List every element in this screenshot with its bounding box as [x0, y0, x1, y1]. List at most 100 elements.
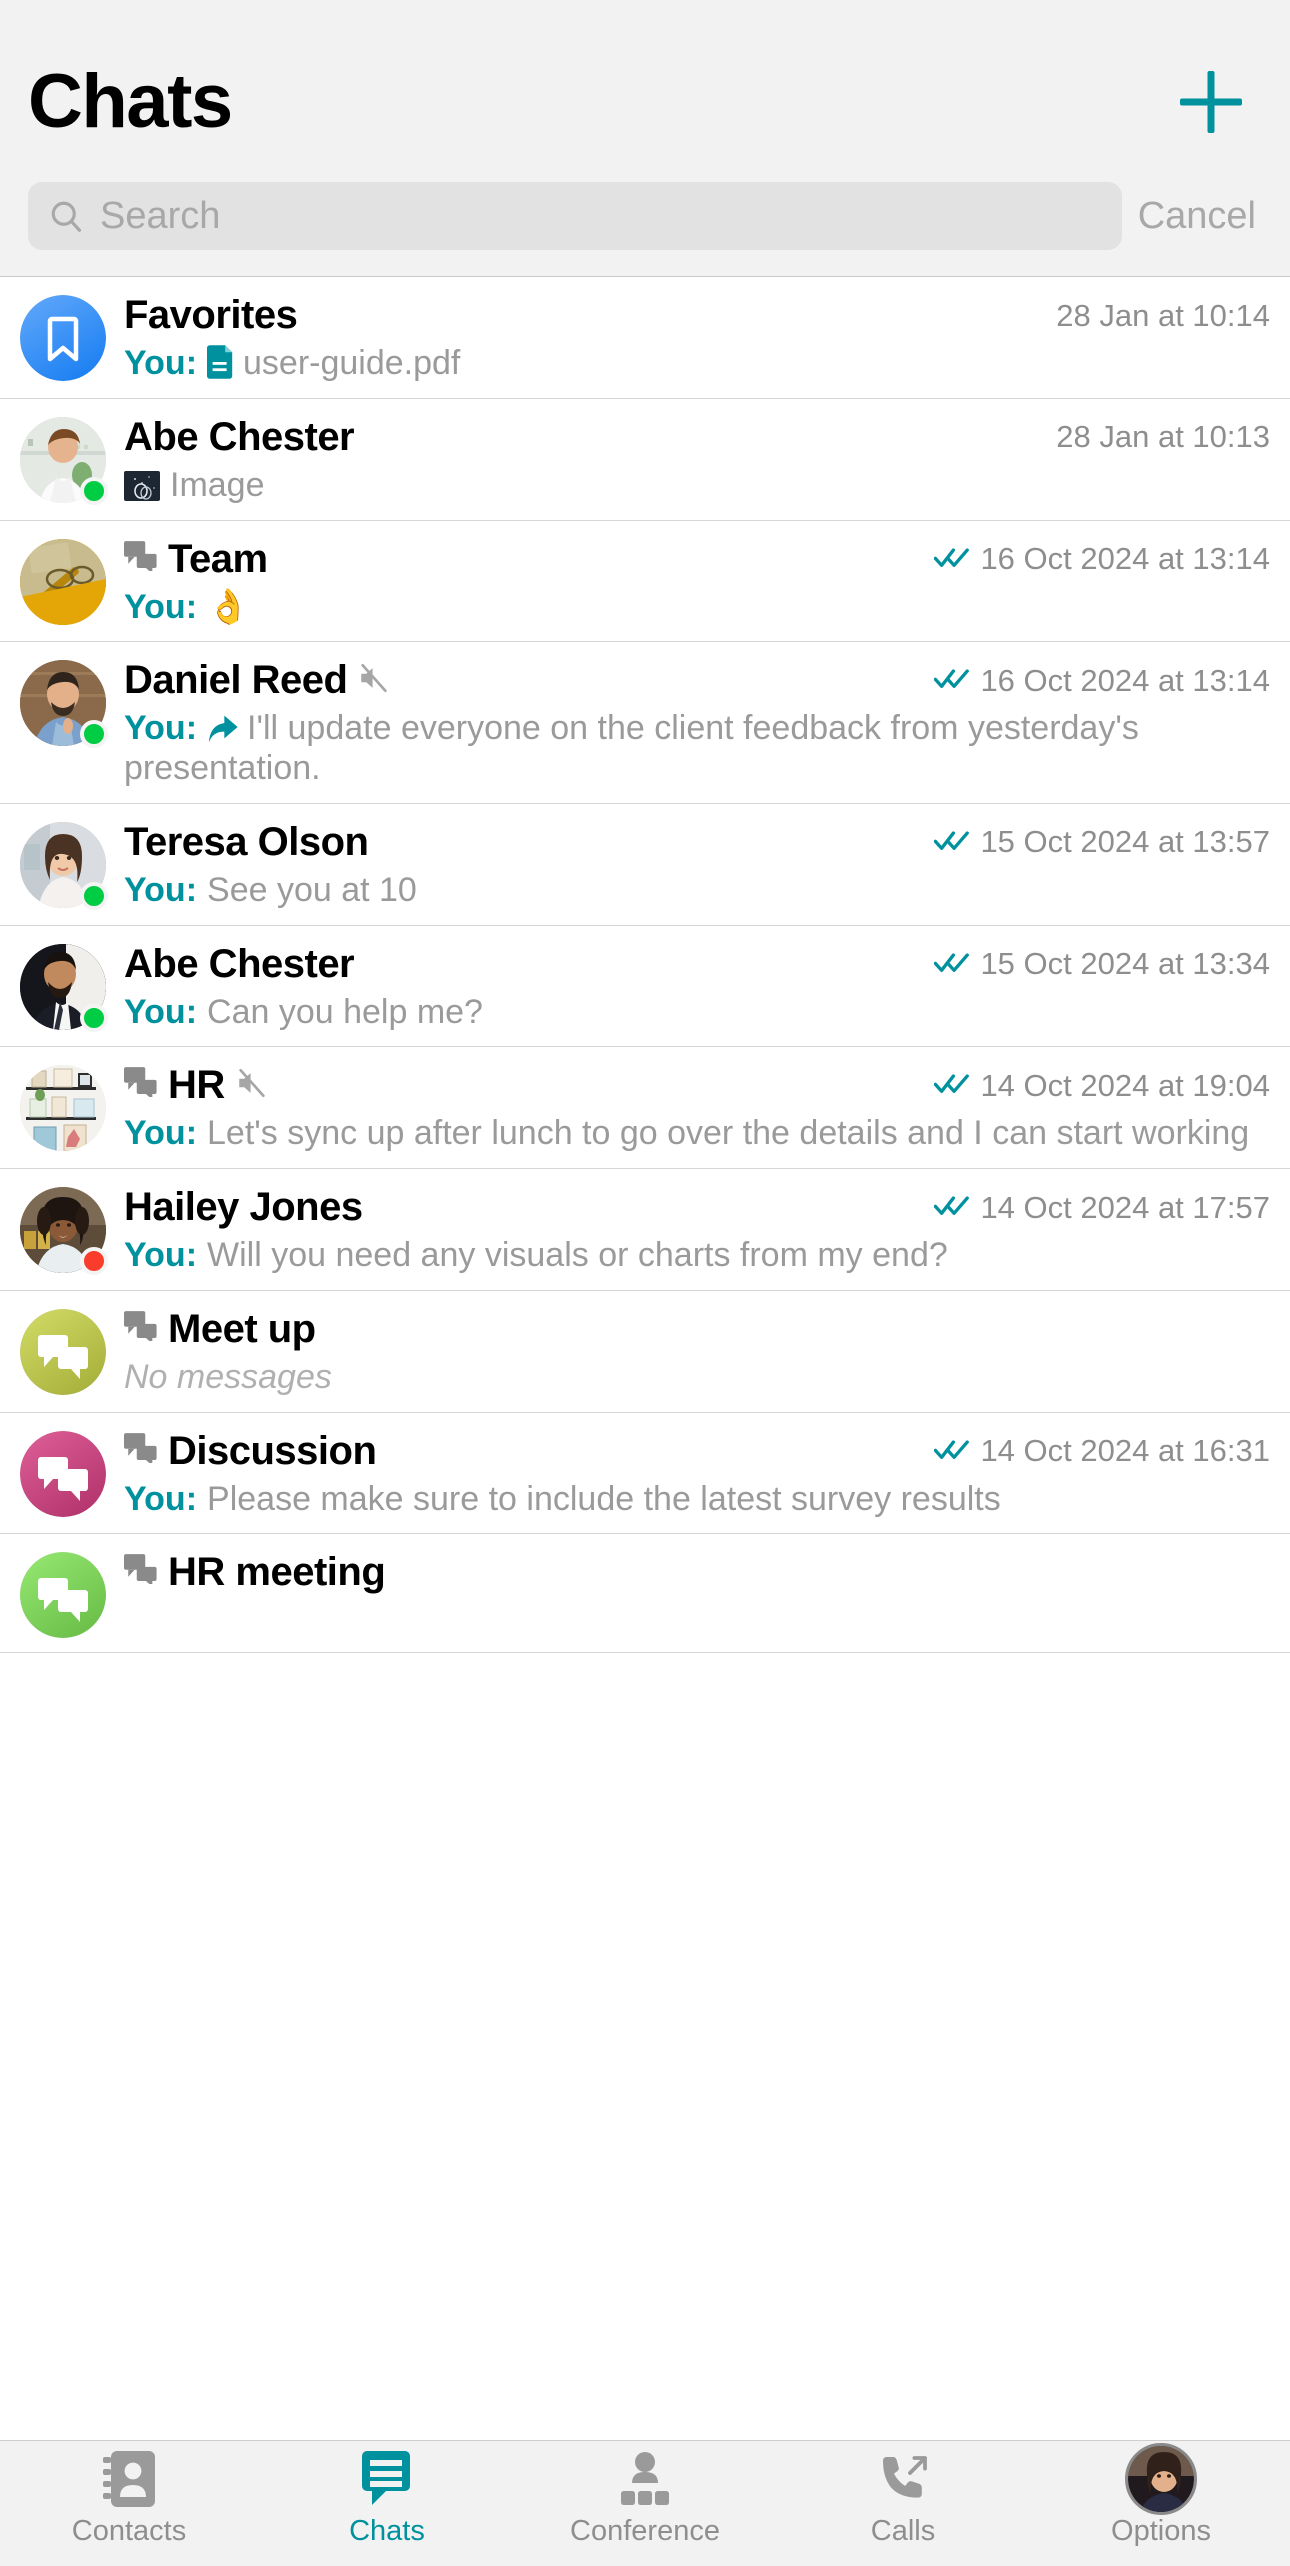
chat-name: HR [168, 1063, 225, 1108]
search-placeholder: Search [100, 195, 221, 237]
chats-screen: Chats Search Cancel Favorites 28 Jan at … [0, 0, 1290, 2566]
chat-row-body: Abe Chester 15 Oct 2024 at 13:34 You: Can … [124, 940, 1270, 1033]
chat-preview-text: user-guide.pdf [243, 344, 461, 382]
you-prefix-label: You: [124, 870, 198, 909]
chat-list-item[interactable]: Daniel Reed 16 Oct 2024 at 13:14 You: I'l… [0, 642, 1290, 804]
chat-name: Abe Chester [124, 941, 355, 986]
chat-row-meta: 28 Jan at 10:14 [1056, 298, 1270, 334]
chat-row-header: Daniel Reed 16 Oct 2024 at 13:14 [124, 658, 1270, 703]
chat-preview-line: You: Please make sure to include the late… [124, 1480, 1270, 1520]
chat-row-body: Favorites 28 Jan at 10:14 You: user-guide.… [124, 291, 1270, 384]
chat-name-group: Favorites [124, 293, 298, 338]
chat-list-item[interactable]: Abe Chester 28 Jan at 10:13 Image [0, 398, 1290, 521]
you-prefix-label: You: [124, 344, 198, 382]
chat-name-group: Abe Chester [124, 941, 355, 987]
tab-contacts[interactable]: Contacts [0, 2451, 258, 2548]
chat-name-group: Daniel Reed [124, 658, 391, 703]
bottom-tab-bar[interactable]: Contacts Chats Conference Calls Options [0, 2440, 1290, 2566]
chat-row-meta: 28 Jan at 10:13 [1056, 419, 1270, 455]
tab-label: Conference [570, 2515, 720, 2547]
avatar[interactable] [20, 1430, 106, 1517]
chat-preview-text: See you at 10 [207, 870, 417, 909]
chat-row-header: Hailey Jones 14 Oct 2024 at 17:57 [124, 1185, 1270, 1230]
avatar-image [20, 295, 106, 381]
chat-name: Hailey Jones [124, 1185, 363, 1230]
chat-row-body: HR meeting [124, 1548, 1270, 1595]
avatar[interactable] [20, 538, 106, 625]
chat-preview-text: No messages [124, 1357, 332, 1396]
chat-list-item[interactable]: Discussion 14 Oct 2024 at 16:31 You: Pleas… [0, 1412, 1290, 1535]
avatar-image [20, 1430, 106, 1517]
chat-list-item[interactable]: Meet up No messages [0, 1290, 1290, 1413]
chat-list-item[interactable]: Abe Chester 15 Oct 2024 at 13:34 You: Can … [0, 925, 1290, 1048]
contacts-icon [103, 2451, 155, 2507]
chat-timestamp: 14 Oct 2024 at 16:31 [980, 1433, 1270, 1469]
chat-row-meta: 15 Oct 2024 at 13:34 [934, 946, 1270, 982]
search-input[interactable]: Search [28, 182, 1122, 250]
chat-list-item[interactable]: Teresa Olson 15 Oct 2024 at 13:57 You: See… [0, 803, 1290, 926]
search-icon [48, 198, 84, 234]
avatar[interactable] [20, 1187, 108, 1276]
avatar-image [20, 1308, 106, 1395]
chat-list-item[interactable]: HR meeting [0, 1534, 1290, 1654]
chat-row-meta: 16 Oct 2024 at 13:14 [934, 541, 1270, 577]
chat-name-group: Meet up [124, 1307, 316, 1352]
tab-chats[interactable]: Chats [258, 2451, 516, 2548]
chat-timestamp: 28 Jan at 10:13 [1056, 419, 1270, 455]
avatar[interactable] [20, 416, 108, 505]
calls-icon [875, 2451, 931, 2507]
avatar[interactable] [20, 295, 106, 381]
group-chat-icon [124, 1067, 158, 1104]
chat-row-body: Team 16 Oct 2024 at 13:14 You: 👌 [124, 535, 1270, 628]
tab-label: Options [1111, 2515, 1211, 2547]
tab-options[interactable]: Options [1032, 2443, 1290, 2548]
tab-label: Calls [870, 2515, 936, 2547]
read-receipt-double-check-icon [934, 665, 970, 696]
avatar-image [20, 1065, 106, 1152]
chat-row-body: Meet up No messages [124, 1305, 1270, 1398]
chat-preview-line: Image [124, 466, 1270, 506]
read-receipt-double-check-icon [934, 949, 970, 980]
chat-timestamp: 14 Oct 2024 at 17:57 [980, 1189, 1270, 1225]
you-prefix-label: You: [124, 992, 198, 1031]
presence-indicator-online [80, 1003, 108, 1032]
read-receipt-double-check-icon [934, 827, 970, 858]
chat-row-body: HR 14 Oct 2024 at 19:04 You: Let's sync up… [124, 1061, 1270, 1154]
chat-list[interactable]: Favorites 28 Jan at 10:14 You: user-guide.… [0, 276, 1290, 2440]
read-receipt-double-check-icon [934, 1070, 970, 1101]
chat-preview-text: Please make sure to include the latest s… [207, 1479, 1001, 1518]
presence-indicator-online [80, 720, 108, 749]
chat-preview-text: Can you help me? [207, 992, 483, 1031]
chat-name-group: HR [124, 1063, 269, 1108]
new-chat-plus-icon[interactable] [1176, 67, 1246, 137]
chat-preview-line: You: 👌 [124, 588, 1270, 628]
tab-conference[interactable]: Conference [516, 2451, 774, 2548]
avatar[interactable] [20, 821, 108, 910]
chat-name: Favorites [124, 293, 298, 337]
chat-list-item[interactable]: Hailey Jones 14 Oct 2024 at 17:57 You: Wil… [0, 1169, 1290, 1291]
tab-calls[interactable]: Calls [774, 2451, 1032, 2548]
you-prefix-label: You: [124, 1114, 198, 1153]
chat-row-header: Teresa Olson 15 Oct 2024 at 13:57 [124, 820, 1270, 865]
you-prefix-label: You: [124, 1479, 198, 1518]
avatar[interactable] [20, 943, 108, 1032]
chat-list-item[interactable]: Team 16 Oct 2024 at 13:14 You: 👌 [0, 520, 1290, 643]
chat-row-header: Abe Chester 15 Oct 2024 at 13:34 [124, 942, 1270, 987]
read-receipt-double-check-icon [934, 1192, 970, 1223]
screen-header: Chats Search Cancel [0, 0, 1290, 276]
chat-list-item[interactable]: HR 14 Oct 2024 at 19:04 You: Let's sync up… [0, 1047, 1290, 1170]
group-chat-icon [124, 540, 158, 578]
avatar[interactable] [20, 1552, 106, 1639]
chat-preview-text: 👌 [207, 587, 250, 626]
chat-preview-text: I'll update everyone on the client feedb… [124, 709, 1139, 788]
group-chat-icon [124, 1311, 158, 1348]
avatar[interactable] [20, 1308, 106, 1395]
search-cancel-button[interactable]: Cancel [1138, 195, 1262, 238]
chat-preview-line: No messages [124, 1358, 1270, 1398]
chat-row-header: Abe Chester 28 Jan at 10:13 [124, 415, 1270, 460]
avatar-image [20, 538, 106, 625]
chat-preview-line: You: See you at 10 [124, 871, 1270, 911]
chat-list-item[interactable]: Favorites 28 Jan at 10:14 You: user-guide.… [0, 277, 1290, 399]
avatar[interactable] [20, 1065, 106, 1152]
avatar[interactable] [20, 660, 108, 749]
